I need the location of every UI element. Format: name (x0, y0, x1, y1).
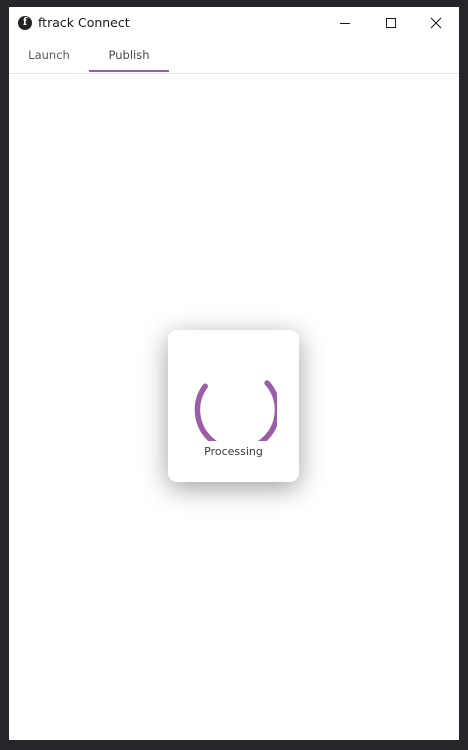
window-title: ftrack Connect (38, 15, 130, 30)
processing-label: Processing (204, 445, 263, 458)
publish-content-area: Processing (9, 74, 459, 740)
tab-bar: Launch Publish (9, 39, 459, 74)
tab-launch[interactable]: Launch (9, 39, 89, 71)
processing-overlay: Processing (168, 330, 299, 482)
minimize-button[interactable] (322, 7, 368, 39)
close-button[interactable] (413, 7, 459, 39)
maximize-icon (386, 18, 396, 28)
title-bar[interactable]: f ftrack Connect (9, 7, 459, 39)
maximize-button[interactable] (368, 7, 414, 39)
ftrack-logo-icon: f (18, 16, 32, 30)
loading-spinner-icon (194, 380, 277, 441)
app-window: f ftrack Connect Launch Publish Processi… (9, 7, 459, 740)
minimize-icon (340, 23, 350, 24)
tab-publish[interactable]: Publish (89, 39, 169, 71)
active-tab-indicator (89, 70, 169, 72)
close-icon (430, 17, 442, 29)
